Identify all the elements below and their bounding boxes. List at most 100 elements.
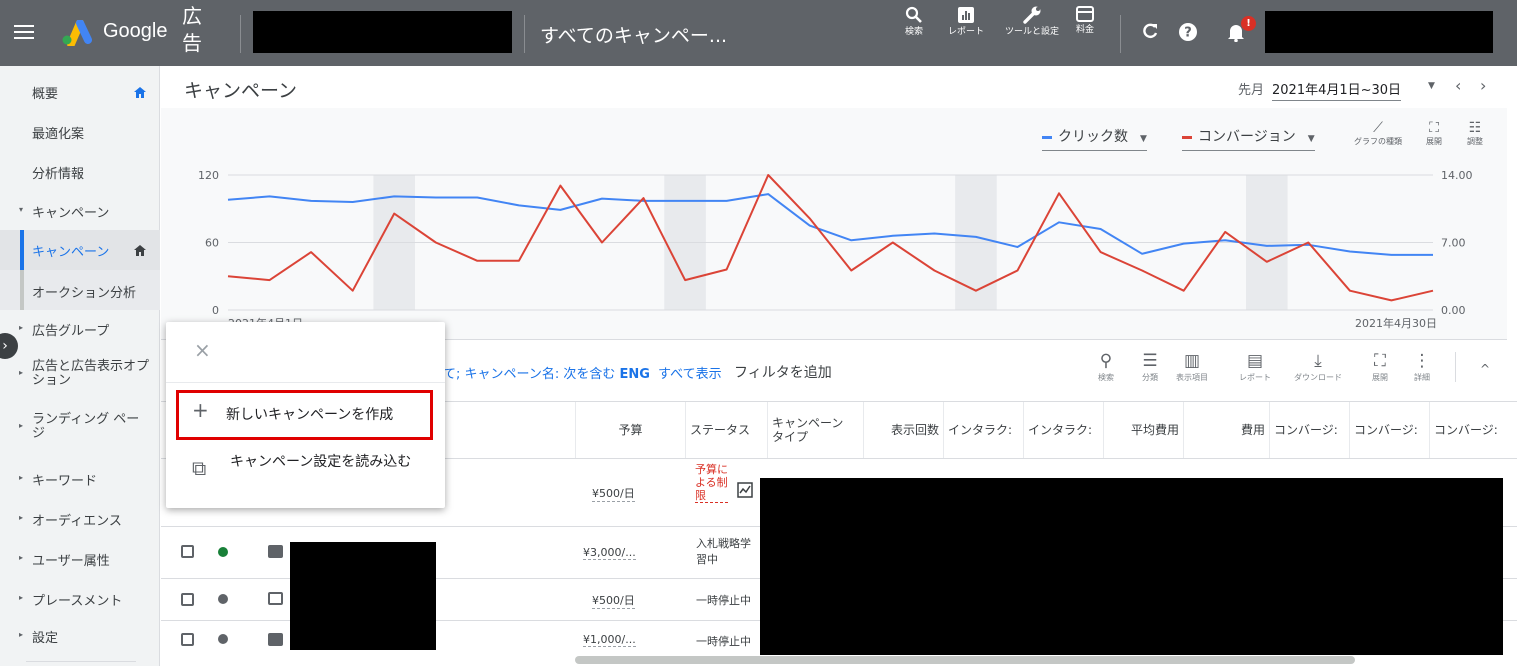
performance-chart: 12060014.007.000.002021年4月1日2021年4月30日	[198, 169, 1473, 330]
date-next-icon[interactable]: ›	[1480, 76, 1486, 95]
account-selector[interactable]: すべてのキャンペー...	[540, 21, 727, 48]
ads-label: 広告	[182, 4, 202, 55]
search-icon	[905, 6, 922, 23]
column-header[interactable]: ステータス	[685, 402, 767, 458]
column-header[interactable]: キャンペーン タイプ	[767, 402, 863, 458]
x-end-label: 2021年4月30日	[1355, 316, 1437, 330]
date-prev-icon[interactable]: ‹	[1455, 76, 1461, 95]
sidebar-item-label: プレースメント	[32, 594, 123, 609]
sidebar-item-campaigns-group[interactable]: ▾ キャンペーン	[0, 202, 160, 226]
reports-icon	[958, 7, 974, 23]
chart-expand-button[interactable]: ⛶ 展開	[1422, 120, 1446, 147]
expand-icon: ⛶	[1429, 120, 1439, 136]
date-dropdown-icon[interactable]: ▼	[1428, 81, 1435, 91]
column-header[interactable]: インタラク:	[1023, 402, 1103, 458]
close-icon[interactable]: ×	[194, 338, 211, 362]
tool-label: ツールと設定	[1004, 27, 1059, 37]
sidebar-item-audiences[interactable]: ▸ オーディエンス	[0, 510, 160, 534]
tools-settings-button[interactable]: ツールと設定	[1002, 6, 1062, 37]
table-tool-icon: ▥	[1183, 351, 1201, 371]
sidebar-item-demographics[interactable]: ▸ ユーザー属性	[0, 550, 160, 574]
metric-selector-conversions[interactable]: コンバージョン ▼	[1182, 126, 1315, 151]
table-tool-button[interactable]: ⤓ ダウンロード	[1294, 350, 1342, 383]
column-header[interactable]: コンバージ:	[1429, 402, 1517, 458]
sidebar-item-label: キャンペーン	[32, 245, 110, 260]
tool-label: 表示項目	[1176, 373, 1208, 382]
column-header[interactable]: インタラク:	[943, 402, 1023, 458]
column-header[interactable]: 表示回数	[863, 402, 943, 458]
metric-selector-clicks[interactable]: クリック数 ▼	[1042, 126, 1147, 151]
billing-button[interactable]: 料金	[1055, 6, 1115, 35]
table-tool-button[interactable]: ▥ 表示項目	[1168, 350, 1216, 383]
table-tool-button[interactable]: ☰ 分類	[1126, 350, 1174, 383]
table-tool-icon: ⤓	[1314, 351, 1322, 371]
table-tool-button[interactable]: ⛶ 展開	[1356, 350, 1404, 383]
column-header[interactable]: コンバージ:	[1349, 402, 1429, 458]
chart-status-icon[interactable]	[737, 482, 753, 498]
collapse-icon[interactable]: ^	[1480, 362, 1490, 376]
table-tool-button[interactable]: ⚲ 検索	[1082, 350, 1130, 383]
budget-cell[interactable]: ¥1,000/...	[583, 633, 636, 647]
sidebar-item-label: 概要	[32, 87, 59, 102]
series-swatch	[1182, 135, 1192, 139]
sidebar-item-overview[interactable]: 概要	[0, 83, 160, 107]
product-name: Google	[103, 20, 168, 42]
caret-right-icon: ▸	[19, 553, 24, 562]
table-tool-button[interactable]: ⋮ 詳細	[1398, 350, 1446, 383]
y-right-tick-label: 14.00	[1441, 169, 1473, 182]
date-range-selector[interactable]: 2021年4月1日~30日	[1272, 79, 1402, 101]
row-checkbox[interactable]	[181, 545, 194, 558]
budget-cell[interactable]: ¥500/日	[592, 592, 635, 609]
indent-bar	[20, 270, 24, 310]
redacted-account	[253, 11, 512, 53]
sidebar-item-ad-groups[interactable]: ▸ 広告グループ	[0, 320, 160, 344]
sidebar-item-label: 分析情報	[32, 167, 85, 182]
caret-right-icon: ▸	[19, 421, 24, 430]
divider	[524, 15, 525, 53]
home-icon	[134, 87, 146, 98]
status-cell[interactable]: 予算に よる制 限	[695, 463, 728, 503]
reports-tool-button[interactable]: レポート	[936, 6, 996, 37]
y-left-tick-label: 0	[212, 304, 219, 317]
sidebar-item-campaigns[interactable]: キャンペーン	[0, 230, 160, 270]
top-bar: Google 広告 すべてのキャンペー... 検索 レポート ツールと設定 料金…	[0, 0, 1517, 66]
refresh-icon[interactable]	[1141, 22, 1159, 40]
column-header[interactable]: コンバージ:	[1269, 402, 1349, 458]
row-checkbox[interactable]	[181, 593, 194, 606]
horizontal-scrollbar[interactable]	[575, 656, 1355, 664]
divider	[240, 15, 241, 53]
search-tool-button[interactable]: 検索	[884, 6, 944, 37]
table-tool-icon: ⚲	[1099, 351, 1113, 371]
sidebar-item-landing-pages[interactable]: ▸ ランディング ページ	[0, 413, 160, 449]
sidebar-item-keywords[interactable]: ▸ キーワード	[0, 470, 160, 494]
home-icon	[134, 245, 146, 256]
tool-label: 調整	[1467, 137, 1483, 146]
caret-right-icon: ▸	[19, 368, 24, 377]
sidebar-item-recommendations[interactable]: 最適化案	[0, 123, 160, 147]
show-all-link[interactable]: すべて表示	[658, 363, 722, 382]
table-tool-button[interactable]: ▤ レポート	[1231, 350, 1279, 383]
redacted-user	[1265, 11, 1493, 53]
filter-chip[interactable]: て; キャンペーン名: 次を含む ENG	[443, 363, 650, 382]
sidebar-item-label: 広告と広告表示オプション	[32, 359, 150, 388]
row-checkbox[interactable]	[181, 633, 194, 646]
menu-icon[interactable]	[14, 21, 34, 45]
menu-item-label: キャンペーン設定を読み込む	[230, 454, 412, 470]
budget-cell[interactable]: ¥3,000/...	[583, 546, 636, 560]
new-campaign-menu: × + 新しいキャンペーンを作成 ⧉ キャンペーン設定を読み込む	[166, 322, 445, 508]
sidebar-item-settings[interactable]: ▸ 設定	[0, 627, 160, 651]
sidebar-item-ads-extensions[interactable]: ▸ 広告と広告表示オプション	[0, 360, 160, 396]
tool-label: 詳細	[1414, 373, 1430, 382]
help-icon[interactable]: ?	[1178, 22, 1198, 42]
sidebar-item-insights[interactable]: 分析情報	[0, 163, 160, 187]
chart-adjust-button[interactable]: ☷ 調整	[1462, 120, 1488, 147]
column-header[interactable]: 平均費用	[1103, 402, 1183, 458]
add-filter-button[interactable]: フィルタを追加	[734, 362, 832, 382]
sidebar-item-placements[interactable]: ▸ プレースメント	[0, 590, 160, 614]
column-header[interactable]: 費用	[1183, 402, 1269, 458]
sidebar-item-auction-insights[interactable]: オークション分析	[0, 270, 160, 310]
chart-type-button[interactable]: ⟋ グラフの種類	[1346, 120, 1410, 147]
column-header[interactable]: 予算	[575, 402, 685, 458]
budget-cell[interactable]: ¥500/日	[592, 485, 635, 502]
y-right-tick-label: 0.00	[1441, 304, 1466, 317]
